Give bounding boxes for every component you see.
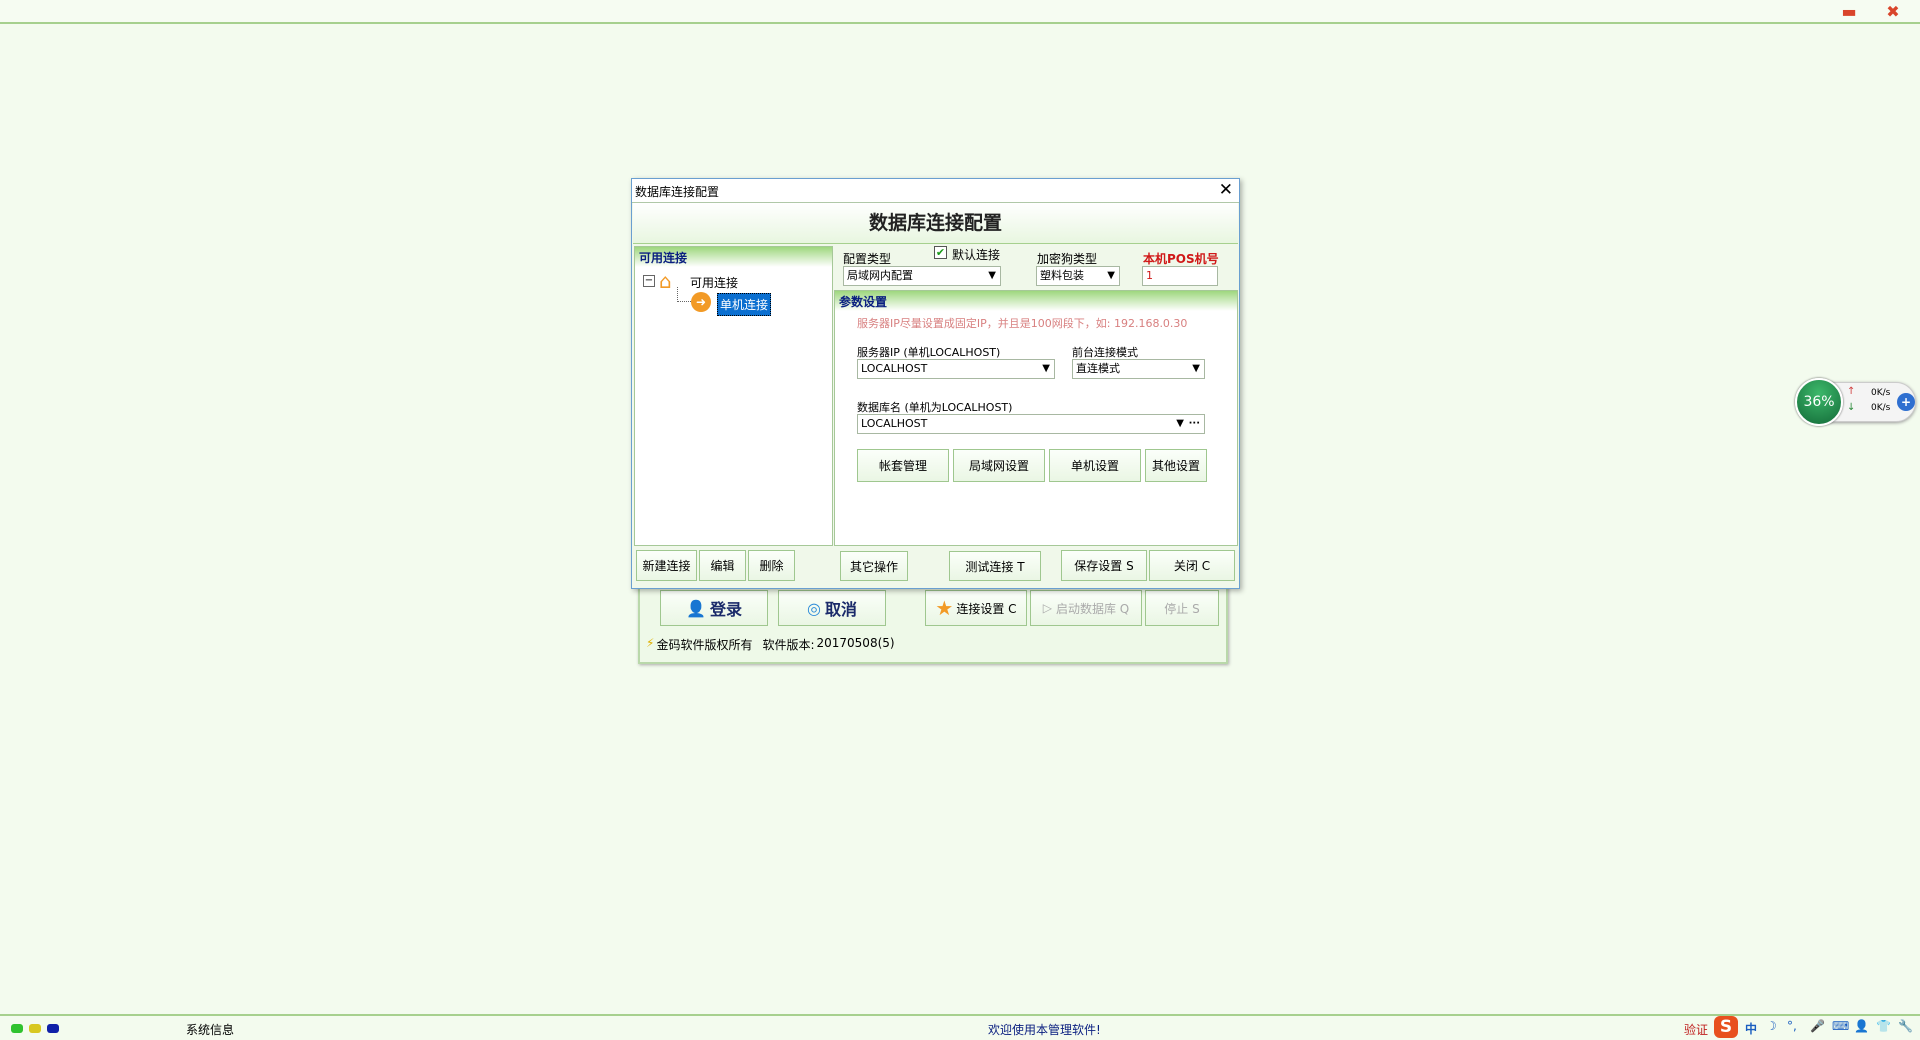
version-value: 20170508(5): [817, 636, 895, 653]
default-conn-label: 默认连接: [952, 246, 1000, 263]
start-db-label: 启动数据库 Q: [1056, 600, 1129, 617]
db-name-select[interactable]: LOCALHOST ▼ ···: [857, 414, 1205, 434]
hint-text: 服务器IP尽量设置成固定IP，并且是100网段下，如: 192.168.0.30: [857, 315, 1187, 331]
chevron-down-icon: ▼: [1107, 267, 1115, 285]
upload-speed: 0K/s: [1871, 388, 1890, 398]
connections-panel-header: 可用连接: [635, 247, 832, 267]
punctuation-icon[interactable]: °,: [1787, 1019, 1797, 1033]
stop-button[interactable]: 停止 S: [1145, 590, 1219, 626]
edit-button[interactable]: 编辑: [699, 550, 746, 581]
play-icon: ▷: [1043, 601, 1052, 615]
dialog-header: 数据库连接配置: [633, 203, 1238, 244]
plus-icon[interactable]: +: [1897, 393, 1915, 411]
delete-button[interactable]: 删除: [748, 550, 795, 581]
db-config-dialog: 数据库连接配置 ✕ 数据库连接配置 可用连接 − ⌂ 可用连接 ➜ 单机连接 配…: [631, 178, 1240, 589]
memory-percent: 36%: [1795, 378, 1843, 426]
db-name-value: LOCALHOST: [861, 417, 927, 430]
system-info-label[interactable]: 系统信息: [186, 1021, 234, 1038]
dialog-close-icon[interactable]: ✕: [1219, 180, 1233, 200]
target-icon: ◎: [807, 599, 821, 618]
upload-arrow-icon: ↑: [1847, 386, 1855, 397]
version-label: 软件版本:: [762, 636, 814, 653]
dialog-title: 数据库连接配置: [635, 183, 719, 200]
chevron-down-icon: ▼: [988, 267, 996, 285]
dialog-title-bar: 数据库连接配置 ✕: [632, 179, 1239, 203]
lightning-icon: ⚡: [646, 636, 654, 653]
test-connection-button[interactable]: 测试连接 T: [949, 551, 1041, 581]
connections-panel: 可用连接 − ⌂ 可用连接 ➜ 单机连接: [634, 246, 833, 546]
close-button[interactable]: ✖: [1881, 2, 1905, 22]
connect-mode-select[interactable]: 直连模式 ▼: [1072, 359, 1205, 379]
version-line: ⚡ 金码软件版权所有 软件版本: 20170508(5): [646, 636, 895, 653]
connect-settings-button[interactable]: ★连接设置 C: [925, 590, 1027, 626]
network-speed-widget[interactable]: 36% ↑ ↓ 0K/s 0K/s +: [1800, 382, 1916, 422]
star-icon: ★: [935, 596, 953, 620]
params-panel: 参数设置 服务器IP尽量设置成固定IP，并且是100网段下，如: 192.168…: [834, 290, 1238, 546]
blue-indicator-icon: [47, 1024, 59, 1033]
yellow-indicator-icon: [29, 1024, 41, 1033]
save-settings-button[interactable]: 保存设置 S: [1061, 550, 1147, 581]
microphone-icon[interactable]: 🎤: [1810, 1019, 1825, 1033]
connect-settings-label: 连接设置 C: [956, 600, 1016, 617]
tray-text: 验证: [1684, 1021, 1708, 1038]
db-name-label: 数据库名 (单机为LOCALHOST): [857, 399, 1012, 415]
tree-node-single[interactable]: 单机连接: [717, 293, 771, 316]
cancel-label: 取消: [825, 596, 857, 620]
moon-icon[interactable]: ☽: [1766, 1019, 1777, 1033]
dongle-type-label: 加密狗类型: [1037, 250, 1097, 267]
ime-mode-icon[interactable]: 中: [1745, 1020, 1757, 1037]
new-connection-button[interactable]: 新建连接: [636, 550, 697, 581]
green-indicator-icon: [11, 1024, 23, 1033]
start-db-button[interactable]: ▷ 启动数据库 Q: [1030, 590, 1142, 626]
download-speed: 0K/s: [1871, 403, 1890, 413]
welcome-message: 欢迎使用本管理软件!: [988, 1021, 1101, 1038]
arrow-right-icon: ➜: [691, 292, 711, 312]
other-settings-button[interactable]: 其他设置: [1145, 449, 1207, 482]
dongle-type-value: 塑料包装: [1040, 269, 1084, 282]
connect-mode-value: 直连模式: [1076, 362, 1120, 375]
cancel-button[interactable]: ◎取消: [778, 590, 886, 626]
pos-number-input[interactable]: 1: [1142, 266, 1218, 286]
dongle-type-select[interactable]: 塑料包装 ▼: [1036, 266, 1120, 286]
login-label: 登录: [710, 596, 742, 620]
home-icon: ⌂: [659, 269, 672, 293]
server-ip-value: LOCALHOST: [861, 362, 927, 375]
sogou-ime-icon[interactable]: S: [1714, 1016, 1738, 1038]
config-type-value: 局域网内配置: [847, 269, 913, 282]
config-type-select[interactable]: 局域网内配置 ▼: [843, 266, 1001, 286]
config-type-label: 配置类型: [843, 250, 891, 267]
user-icon: 👤: [686, 599, 706, 618]
server-ip-label: 服务器IP (单机LOCALHOST): [857, 344, 1000, 360]
accounts-button[interactable]: 帐套管理: [857, 449, 949, 482]
single-settings-button[interactable]: 单机设置: [1049, 449, 1141, 482]
browse-button[interactable]: ···: [1189, 415, 1200, 433]
other-ops-button[interactable]: 其它操作: [840, 551, 908, 581]
default-conn-checkbox[interactable]: ✔: [934, 246, 947, 259]
params-header: 参数设置: [835, 291, 1237, 311]
minimize-button[interactable]: ▬: [1837, 2, 1861, 22]
chevron-down-icon: ▼: [1176, 415, 1184, 433]
chevron-down-icon: ▼: [1042, 360, 1050, 378]
pos-number-label: 本机POS机号: [1143, 250, 1219, 267]
keyboard-icon[interactable]: ⌨: [1832, 1019, 1849, 1033]
user-tray-icon[interactable]: 👤: [1854, 1019, 1869, 1033]
app-title-bar: ▬ ✖: [0, 0, 1920, 24]
lan-settings-button[interactable]: 局域网设置: [953, 449, 1045, 482]
tree-node-root[interactable]: 可用连接: [690, 274, 738, 291]
shirt-icon[interactable]: 👕: [1876, 1019, 1891, 1033]
copyright-text: 金码软件版权所有: [656, 636, 752, 653]
status-bar: 系统信息 欢迎使用本管理软件! 验证 S 中 ☽ °, 🎤 ⌨ 👤 👕 🔧: [0, 1014, 1920, 1040]
connect-mode-label: 前台连接模式: [1072, 344, 1138, 360]
collapse-icon[interactable]: −: [643, 275, 655, 287]
login-button[interactable]: 👤登录: [660, 590, 768, 626]
chevron-down-icon: ▼: [1192, 360, 1200, 378]
close-dialog-button[interactable]: 关闭 C: [1149, 550, 1235, 581]
wrench-icon[interactable]: 🔧: [1898, 1019, 1913, 1033]
server-ip-select[interactable]: LOCALHOST ▼: [857, 359, 1055, 379]
download-arrow-icon: ↓: [1847, 402, 1855, 413]
